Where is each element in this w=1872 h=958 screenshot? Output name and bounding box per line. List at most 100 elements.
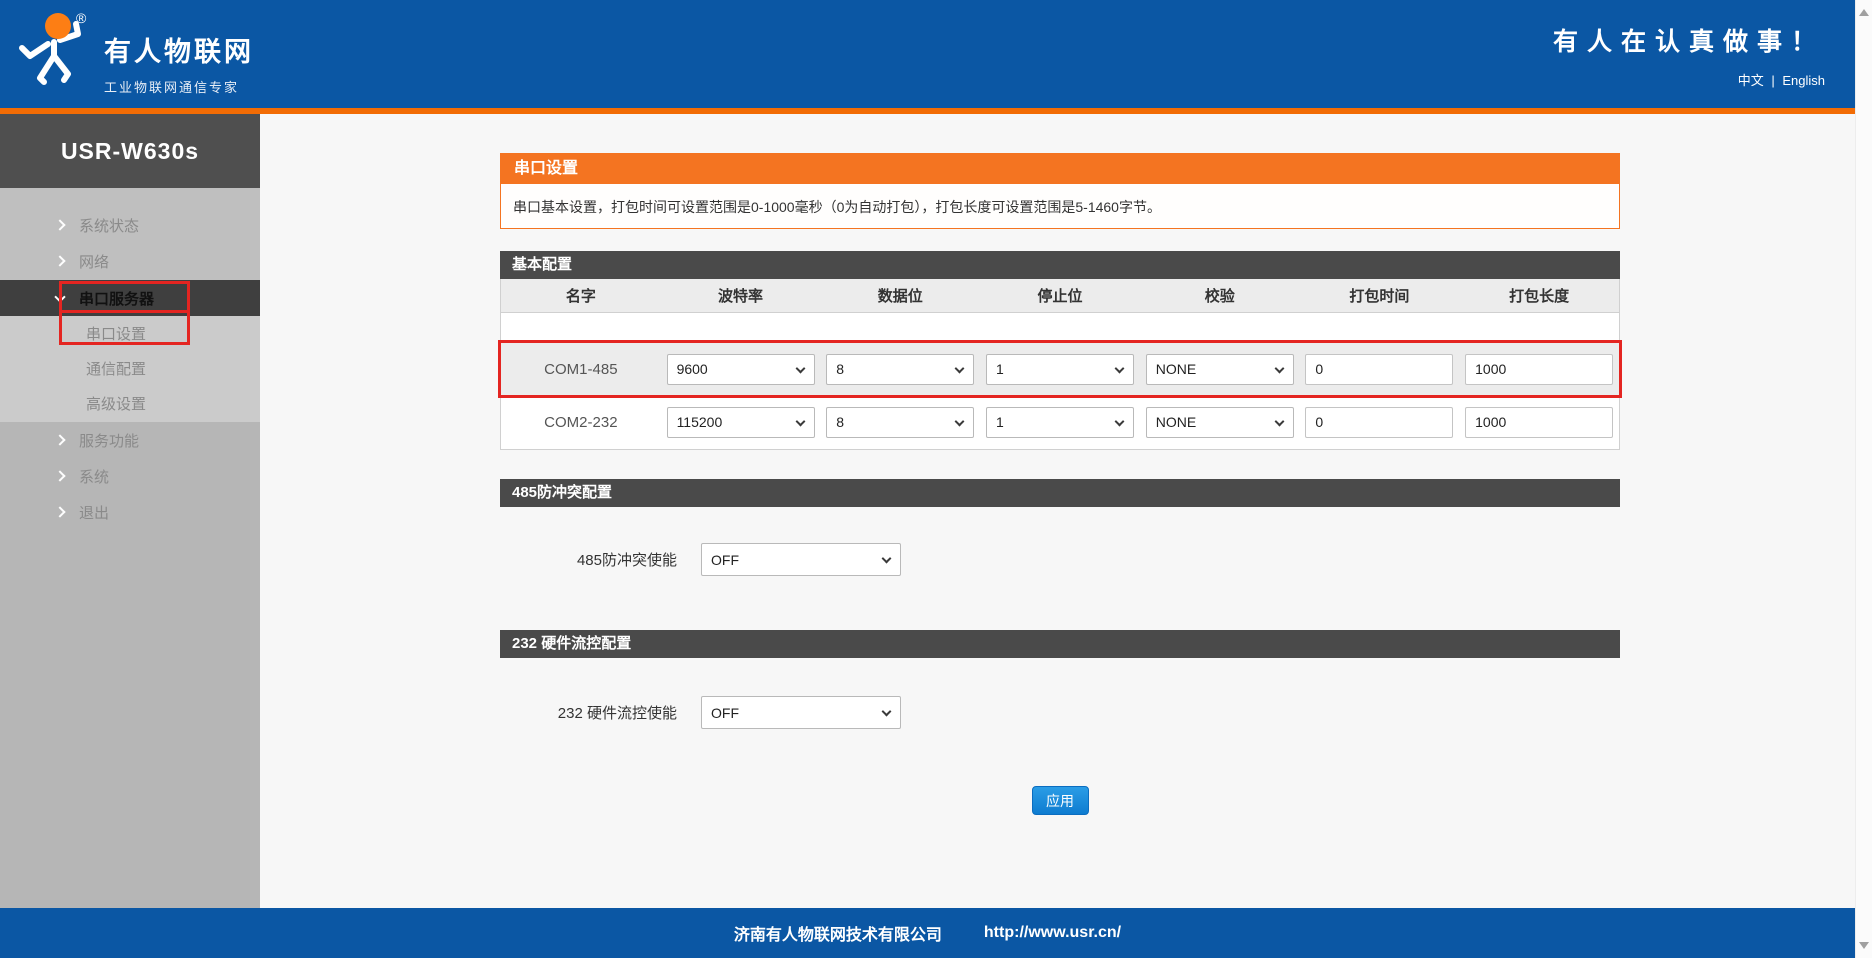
column-header-baud-rate: 波特率 [661, 285, 821, 306]
com2-data-bits-select[interactable]: 8 [826, 407, 974, 438]
brand-title: 有人物联网 [104, 30, 254, 69]
chevron-down-icon [1115, 363, 1125, 373]
chevron-down-icon [1274, 363, 1284, 373]
registered-mark: ® [76, 10, 86, 26]
rs232-flowcontrol-select[interactable]: OFF [701, 696, 901, 729]
section-title-485: 485防冲突配置 [500, 479, 1620, 507]
select-value: NONE [1156, 361, 1196, 377]
column-header-pack-time: 打包时间 [1300, 285, 1460, 306]
chevron-down-icon [56, 296, 72, 301]
select-value: 1 [996, 361, 1004, 377]
scroll-up-icon[interactable] [1859, 9, 1869, 16]
column-header-parity: 校验 [1140, 285, 1300, 306]
select-value: OFF [711, 552, 739, 568]
section-title-232: 232 硬件流控配置 [500, 630, 1620, 658]
select-value: 1 [996, 414, 1004, 430]
com1-baud-rate-select[interactable]: 9600 [667, 354, 815, 385]
com1-parity-select[interactable]: NONE [1146, 354, 1294, 385]
com2-parity-select[interactable]: NONE [1146, 407, 1294, 438]
sidebar-bottom-group: 服务功能 系统 退出 [0, 422, 260, 908]
com2-stop-bits-select[interactable]: 1 [986, 407, 1134, 438]
sidebar-item-network[interactable]: 网络 [0, 243, 260, 279]
sidebar-item-system[interactable]: 系统 [0, 458, 260, 494]
brand-text: 有人物联网 工业物联网通信专家 [104, 8, 254, 96]
chevron-right-icon [56, 221, 72, 229]
footer-website-link[interactable]: http://www.usr.cn/ [984, 924, 1121, 942]
rs485-anticollision-select[interactable]: OFF [701, 543, 901, 576]
select-value: NONE [1156, 414, 1196, 430]
lang-divider: | [1771, 73, 1774, 88]
sidebar-item-serial-settings[interactable]: 串口设置 [0, 316, 260, 351]
column-header-pack-length: 打包长度 [1459, 285, 1619, 306]
sidebar-item-logout[interactable]: 退出 [0, 494, 260, 530]
page: ® 有人物联网 工业物联网通信专家 有人在认真做事！ 中文 | English … [0, 0, 1872, 958]
select-value: OFF [711, 705, 739, 721]
field-row-232: 232 硬件流控使能 OFF [500, 696, 1620, 729]
chevron-down-icon [1115, 416, 1125, 426]
sidebar-item-label: 系统 [79, 466, 109, 487]
chevron-down-icon [955, 363, 965, 373]
main-content: 串口设置 串口基本设置，打包时间可设置范围是0-1000毫秒（0为自动打包），打… [500, 153, 1620, 815]
column-header-stop-bits: 停止位 [980, 285, 1140, 306]
apply-button[interactable]: 应用 [1032, 786, 1089, 815]
chevron-right-icon [56, 436, 72, 444]
lang-zh-link[interactable]: 中文 [1738, 73, 1764, 88]
sidebar-item-label: 系统状态 [79, 215, 139, 236]
chevron-down-icon [882, 554, 892, 564]
field-label-485-enable: 485防冲突使能 [500, 549, 677, 570]
app-footer: 济南有人物联网技术有限公司 http://www.usr.cn/ [0, 908, 1855, 958]
com2-pack-length-input[interactable] [1465, 407, 1613, 438]
sidebar-top-group: 系统状态 网络 [0, 188, 260, 280]
table-row-com2: COM2-232 115200 8 1 NONE [501, 395, 1619, 449]
sidebar-selected-group: 串口服务器 [0, 280, 260, 316]
brand-logo: ® 有人物联网 工业物联网通信专家 [14, 8, 254, 96]
device-model-title: USR-W630s [0, 114, 260, 188]
select-value: 8 [836, 361, 844, 377]
com1-pack-time-input[interactable] [1305, 354, 1453, 385]
select-value: 115200 [677, 414, 723, 430]
sidebar-item-label: 通信配置 [86, 358, 146, 379]
column-header-name: 名字 [501, 285, 661, 306]
scroll-down-icon[interactable] [1859, 942, 1869, 949]
com2-baud-rate-select[interactable]: 115200 [667, 407, 815, 438]
page-description: 串口基本设置，打包时间可设置范围是0-1000毫秒（0为自动打包），打包长度可设… [500, 184, 1620, 229]
com2-pack-time-input[interactable] [1305, 407, 1453, 438]
field-row-485: 485防冲突使能 OFF [500, 543, 1620, 576]
com1-pack-length-input[interactable] [1465, 354, 1613, 385]
table-row-com1: COM1-485 9600 8 1 NONE [501, 343, 1619, 395]
com1-stop-bits-select[interactable]: 1 [986, 354, 1134, 385]
sidebar-item-serial-server[interactable]: 串口服务器 [0, 280, 260, 316]
chevron-right-icon [56, 257, 72, 265]
row-label-com2: COM2-232 [501, 414, 661, 431]
section-title-basic-config: 基本配置 [500, 251, 1620, 279]
chevron-down-icon [795, 416, 805, 426]
sidebar-item-label: 退出 [79, 502, 109, 523]
sidebar-item-comm-config[interactable]: 通信配置 [0, 351, 260, 386]
language-switcher: 中文 | English [1553, 70, 1825, 89]
vertical-scrollbar[interactable] [1855, 0, 1872, 958]
sidebar-item-advanced-settings[interactable]: 高级设置 [0, 386, 260, 421]
footer-company: 济南有人物联网技术有限公司 [734, 921, 942, 945]
chevron-right-icon [56, 472, 72, 480]
sidebar-item-label: 串口设置 [86, 323, 146, 344]
sidebar-submenu-group: 串口设置 通信配置 高级设置 [0, 316, 260, 422]
sidebar-item-system-status[interactable]: 系统状态 [0, 207, 260, 243]
header-right: 有人在认真做事！ 中文 | English [1553, 22, 1825, 89]
sidebar-item-label: 网络 [79, 251, 109, 272]
sidebar-nav: USR-W630s 系统状态 网络 串口服务器 串口设置 通信配置 [0, 114, 260, 908]
chevron-down-icon [795, 363, 805, 373]
column-header-data-bits: 数据位 [820, 285, 980, 306]
sidebar-item-label: 串口服务器 [79, 288, 154, 309]
page-title: 串口设置 [500, 153, 1620, 184]
lang-en-link[interactable]: English [1782, 73, 1825, 88]
select-value: 9600 [677, 361, 708, 377]
com1-data-bits-select[interactable]: 8 [826, 354, 974, 385]
table-body: COM1-485 9600 8 1 NONE [500, 313, 1620, 450]
chevron-right-icon [56, 508, 72, 516]
select-value: 8 [836, 414, 844, 430]
usr-mascot-icon: ® [14, 8, 92, 96]
brand-subtitle: 工业物联网通信专家 [104, 77, 254, 96]
sidebar-item-service-function[interactable]: 服务功能 [0, 422, 260, 458]
chevron-down-icon [1274, 416, 1284, 426]
header-tagline: 有人在认真做事！ [1553, 22, 1825, 58]
